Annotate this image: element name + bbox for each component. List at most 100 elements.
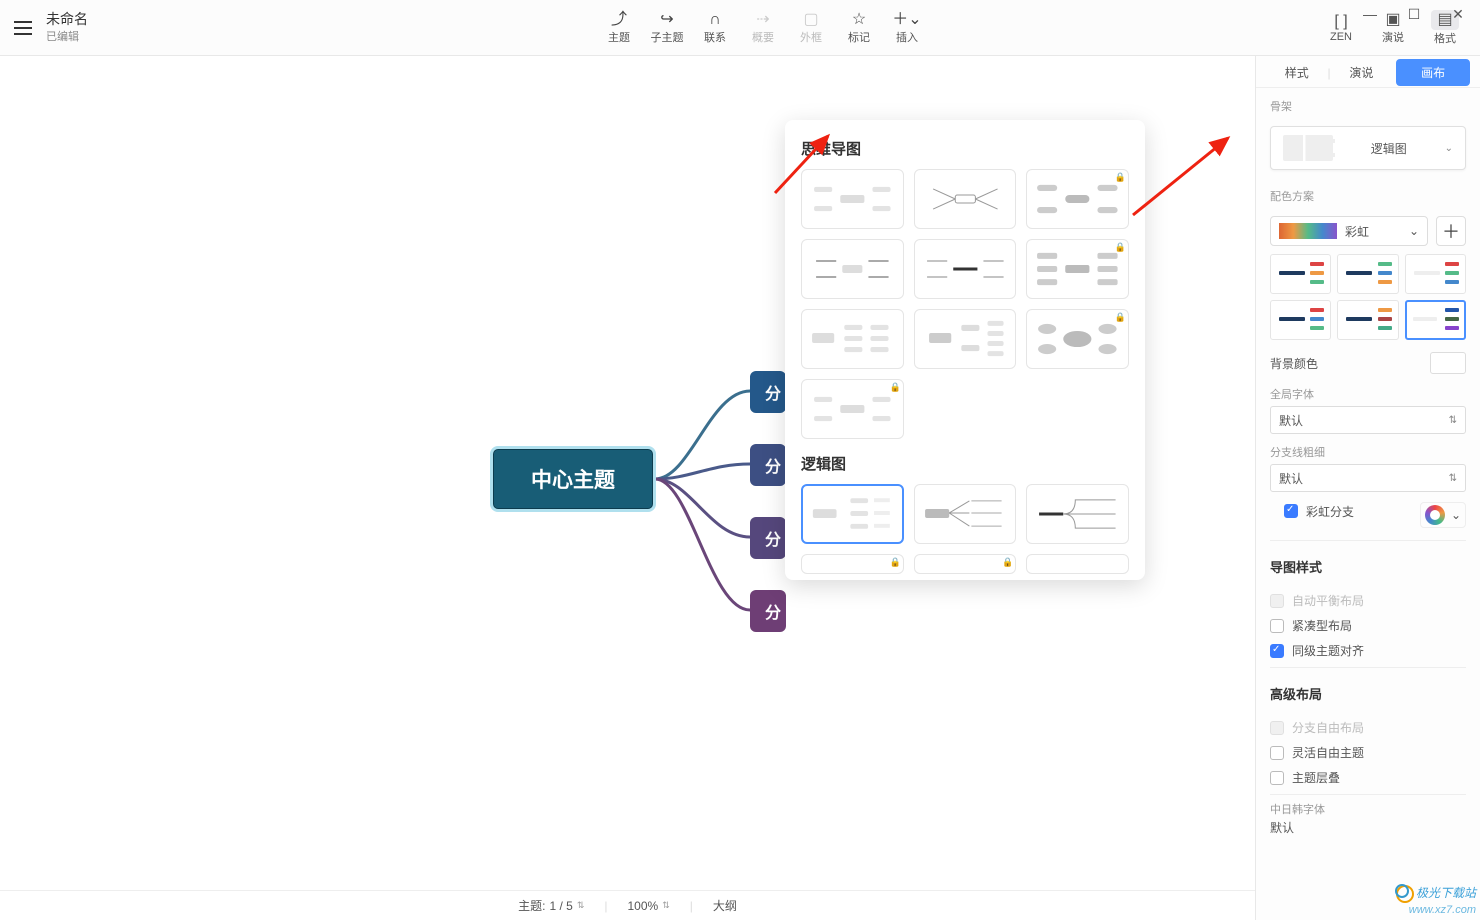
- global-font-selector[interactable]: 默认⇅: [1270, 406, 1466, 434]
- skeleton-option-selected[interactable]: [801, 484, 904, 544]
- status-topic-count[interactable]: 主题: 1 / 5⇅: [518, 897, 584, 914]
- rainbow-color-picker[interactable]: ⌄: [1420, 502, 1466, 528]
- color-theme-option[interactable]: [1270, 254, 1331, 294]
- color-theme-option[interactable]: [1270, 300, 1331, 340]
- branch-thickness-label: 分支线粗细: [1270, 444, 1466, 460]
- tool-subtopic[interactable]: ↪子主题: [644, 11, 690, 45]
- flex-topic-checkbox[interactable]: 灵活自由主题: [1270, 744, 1466, 761]
- title-bar: 未命名 已编辑 ⤴主题 ↪子主题 ∩联系 ⇢概要 ▢外框 ☆标记 ＋⌄插入 [ …: [0, 0, 1480, 56]
- add-color-button[interactable]: ＋: [1436, 216, 1466, 246]
- tool-topic[interactable]: ⤴主题: [596, 11, 642, 45]
- skeleton-option[interactable]: 🔒: [801, 379, 904, 439]
- annotation-arrow: [1128, 130, 1238, 225]
- advanced-layout-title: 高级布局: [1270, 684, 1466, 703]
- panel-tab-canvas[interactable]: 画布: [1396, 59, 1470, 86]
- lock-icon: 🔒: [889, 557, 900, 568]
- skeleton-option[interactable]: [914, 239, 1017, 299]
- format-panel: 样式 | 演说 画布 骨架 逻辑图 ⌄ 配色方案 彩虹 ⌄ ＋ 背景颜色 全局字…: [1255, 56, 1480, 920]
- chevron-down-icon: ⌄: [1409, 224, 1419, 238]
- stepper-icon: ⇅: [1449, 473, 1457, 484]
- color-theme-grid: [1270, 254, 1466, 340]
- skeleton-value: 逻辑图: [1371, 140, 1407, 157]
- tool-relationship[interactable]: ∩联系: [692, 11, 738, 45]
- tool-summary: ⇢概要: [740, 11, 786, 45]
- global-font-label: 全局字体: [1270, 386, 1466, 402]
- status-zoom[interactable]: 100%⇅: [627, 899, 669, 913]
- skeleton-option[interactable]: 🔒: [1026, 169, 1129, 229]
- subtopic-icon: ↪: [644, 11, 690, 29]
- cjk-font-value: 默认: [1270, 819, 1466, 836]
- topic-stack-checkbox[interactable]: 主题层叠: [1270, 769, 1466, 786]
- map-style-title: 导图样式: [1270, 557, 1466, 576]
- toolbar: ⤴主题 ↪子主题 ∩联系 ⇢概要 ▢外框 ☆标记 ＋⌄插入: [596, 11, 930, 45]
- color-theme-option-selected[interactable]: [1405, 300, 1466, 340]
- watermark: 极光下载站 www.xz7.com: [1396, 885, 1476, 916]
- skeleton-option[interactable]: 🔒: [801, 554, 904, 574]
- lock-icon: 🔒: [1115, 172, 1126, 183]
- color-scheme-value: 彩虹: [1345, 223, 1369, 240]
- panel-tab-style[interactable]: 样式: [1266, 59, 1328, 86]
- chevron-down-icon: ⌄: [1451, 508, 1461, 522]
- color-scheme-label: 配色方案: [1270, 188, 1466, 204]
- panel-tab-pitch[interactable]: 演说: [1331, 59, 1393, 86]
- skeleton-option[interactable]: 🔒: [914, 554, 1017, 574]
- free-branch-checkbox: 分支自由布局: [1270, 719, 1466, 736]
- skeleton-option[interactable]: 🔒: [1026, 309, 1129, 369]
- subtopic-4[interactable]: 分: [750, 590, 786, 632]
- skeleton-selector[interactable]: 逻辑图 ⌄: [1270, 126, 1466, 170]
- window-maximize-button[interactable]: ☐: [1392, 0, 1436, 28]
- lock-icon: 🔒: [889, 382, 900, 393]
- annotation-arrow: [770, 128, 840, 203]
- skeleton-option[interactable]: [914, 484, 1017, 544]
- skeleton-option[interactable]: [914, 309, 1017, 369]
- stepper-icon: ⇅: [577, 900, 585, 911]
- rainbow-swatch-icon: [1279, 223, 1337, 239]
- status-bar: 主题: 1 / 5⇅ | 100%⇅ | 大纲: [0, 890, 1255, 920]
- relationship-icon: ∩: [692, 11, 738, 29]
- marker-icon: ☆: [836, 11, 882, 29]
- lock-icon: 🔒: [1115, 242, 1126, 253]
- skeleton-option[interactable]: [801, 239, 904, 299]
- skeleton-label: 骨架: [1270, 98, 1466, 114]
- skeleton-option[interactable]: [914, 169, 1017, 229]
- stepper-icon: ⇅: [662, 900, 670, 911]
- window-close-button[interactable]: ✕: [1436, 0, 1480, 28]
- subtopic-2[interactable]: 分: [750, 444, 786, 486]
- tool-marker[interactable]: ☆标记: [836, 11, 882, 45]
- color-theme-option[interactable]: [1405, 254, 1466, 294]
- watermark-logo-icon: [1396, 885, 1414, 903]
- auto-balance-checkbox: 自动平衡布局: [1270, 592, 1466, 609]
- subtopic-1[interactable]: 分: [750, 371, 786, 413]
- color-ring-icon: [1425, 505, 1445, 525]
- popup-mindmap-title: 思维导图: [801, 138, 1129, 159]
- skeleton-option[interactable]: [801, 309, 904, 369]
- chevron-down-icon: ⌄: [1445, 143, 1453, 154]
- summary-icon: ⇢: [740, 11, 786, 29]
- topic-icon: ⤴: [596, 11, 642, 29]
- tool-boundary: ▢外框: [788, 11, 834, 45]
- color-scheme-selector[interactable]: 彩虹 ⌄: [1270, 216, 1428, 246]
- insert-icon: ＋⌄: [884, 11, 930, 29]
- lock-icon: 🔒: [1002, 557, 1013, 568]
- rainbow-branch-checkbox[interactable]: 彩虹分支: [1284, 503, 1354, 520]
- bg-color-swatch[interactable]: [1430, 352, 1466, 374]
- status-outline[interactable]: 大纲: [713, 897, 737, 914]
- same-level-align-checkbox[interactable]: 同级主题对齐: [1270, 642, 1466, 659]
- popup-logic-title: 逻辑图: [801, 453, 1129, 474]
- window-minimize-button[interactable]: —: [1348, 0, 1392, 28]
- compact-layout-checkbox[interactable]: 紧凑型布局: [1270, 617, 1466, 634]
- skeleton-option[interactable]: 🔒: [1026, 239, 1129, 299]
- boundary-icon: ▢: [788, 11, 834, 29]
- subtopic-3[interactable]: 分: [750, 517, 786, 559]
- tool-insert[interactable]: ＋⌄插入: [884, 11, 930, 45]
- document-title: 未命名: [46, 11, 88, 28]
- hamburger-menu-icon[interactable]: [14, 21, 32, 35]
- color-theme-option[interactable]: [1337, 300, 1398, 340]
- color-theme-option[interactable]: [1337, 254, 1398, 294]
- skeleton-option[interactable]: [1026, 554, 1129, 574]
- skeleton-thumb-icon: [1283, 135, 1333, 161]
- cjk-font-label: 中日韩字体: [1270, 801, 1466, 817]
- branch-thickness-selector[interactable]: 默认⇅: [1270, 464, 1466, 492]
- center-topic[interactable]: 中心主题: [490, 446, 656, 512]
- skeleton-option[interactable]: [1026, 484, 1129, 544]
